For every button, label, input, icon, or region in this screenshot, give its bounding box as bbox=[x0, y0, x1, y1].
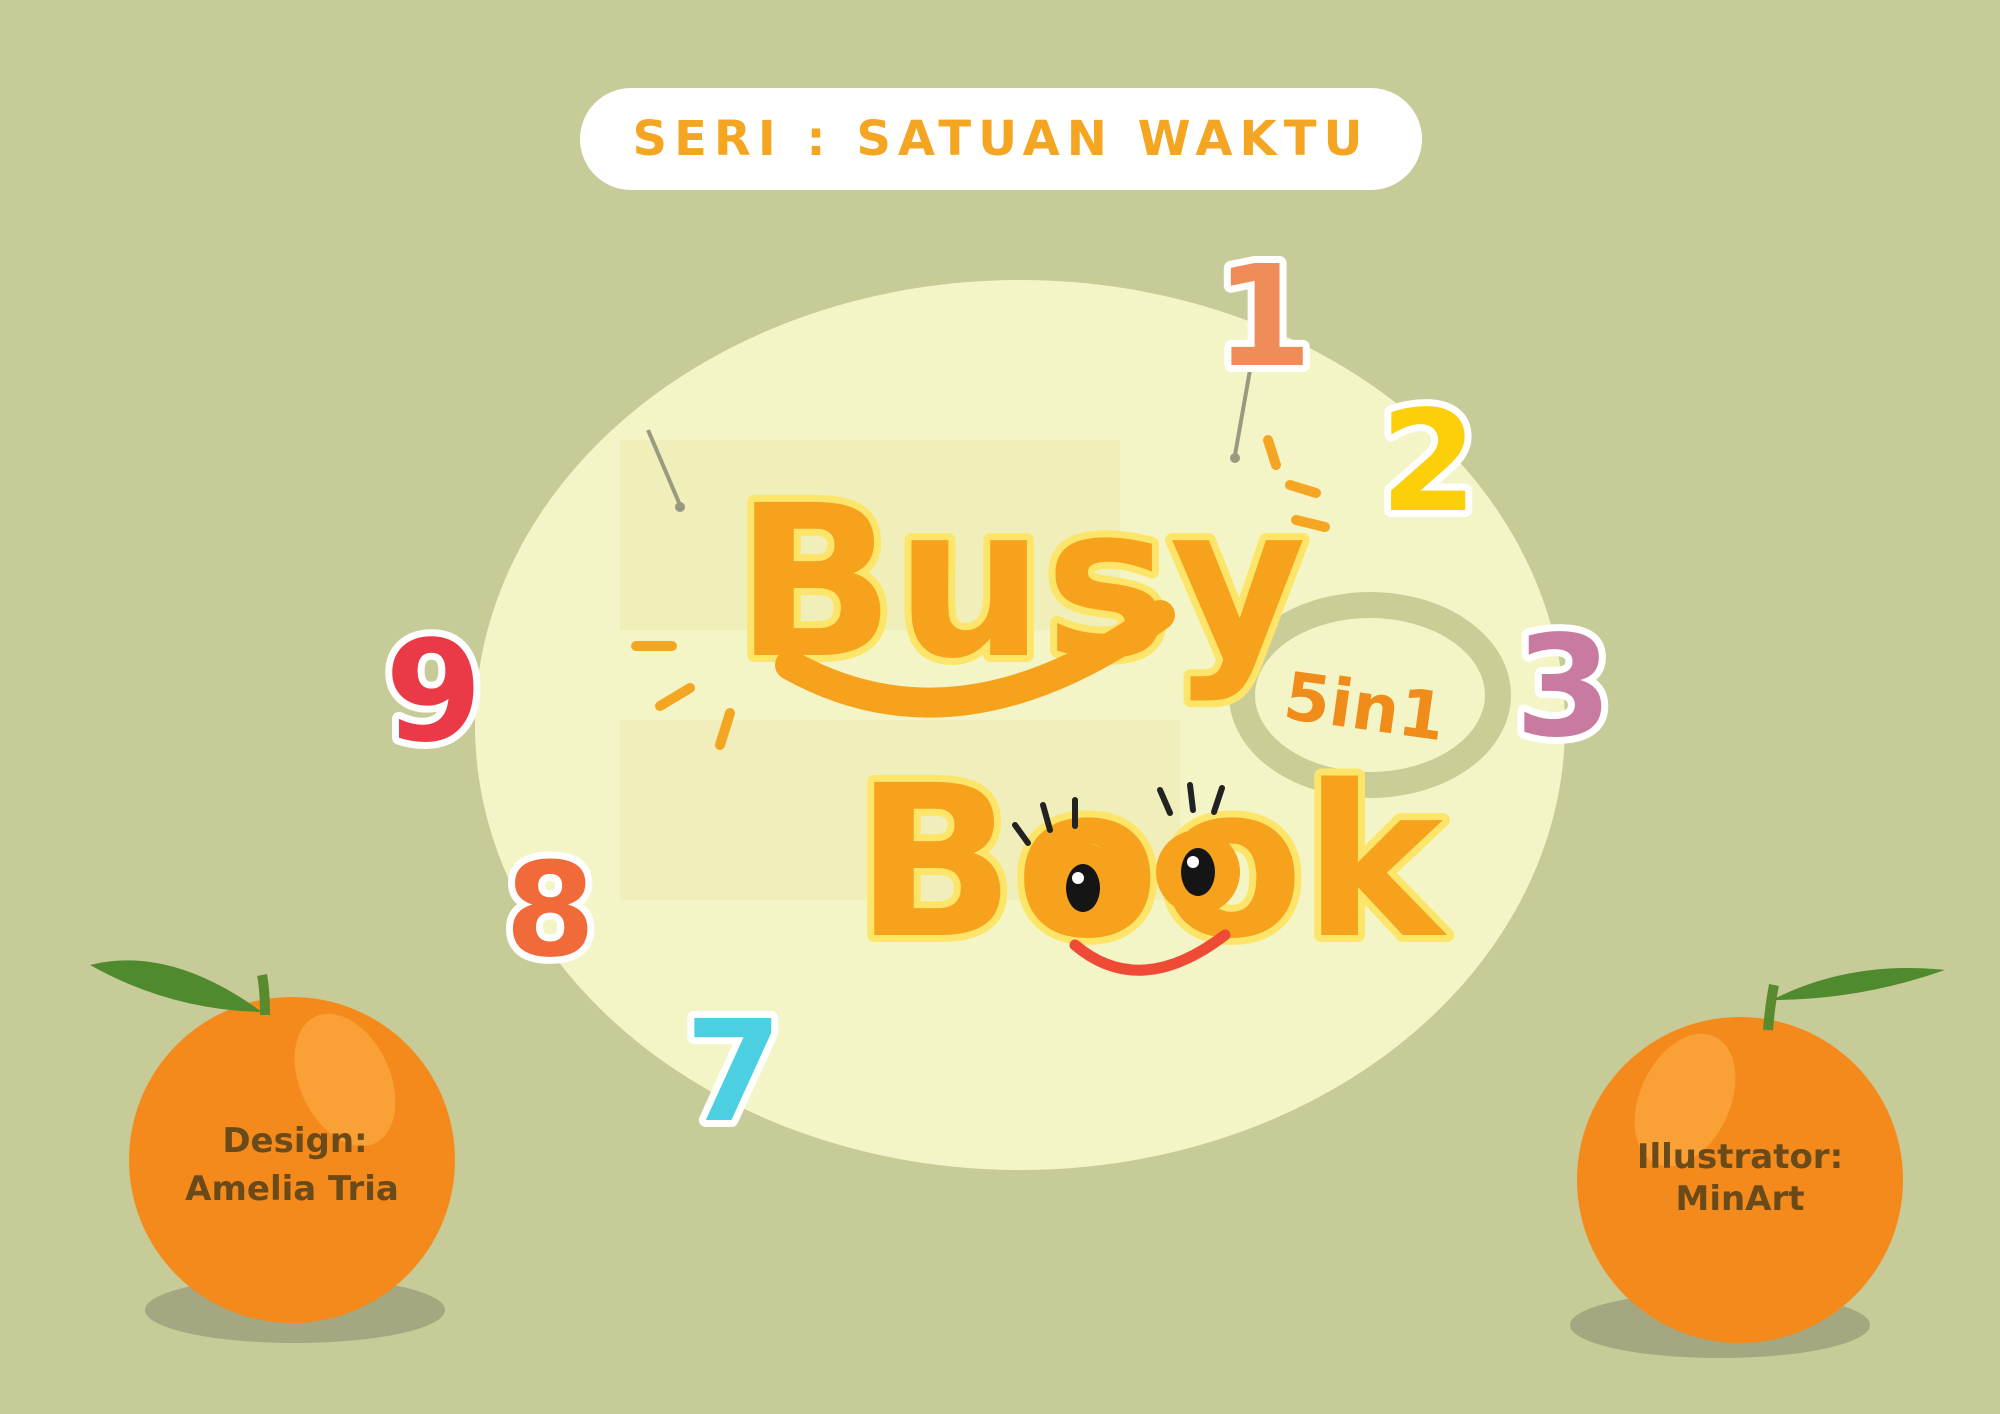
illustrator-label: Illustrator: bbox=[1637, 1137, 1843, 1177]
clock-number-8: 8 bbox=[505, 834, 595, 986]
illustrator-name: MinArt bbox=[1675, 1179, 1804, 1219]
design-label: Design: bbox=[222, 1121, 367, 1161]
title-line2: Book bbox=[855, 740, 1448, 985]
clock-number-9: 9 bbox=[385, 611, 482, 774]
cover-illustration: Busy Book 5in1 1 2 3 7 8 9 Design: Ameli… bbox=[90, 229, 1945, 1358]
clock-number-3: 3 bbox=[1515, 606, 1612, 769]
design-name: Amelia Tria bbox=[185, 1169, 399, 1209]
clock-number-7: 7 bbox=[685, 991, 782, 1154]
clock-number-1: 1 bbox=[1215, 236, 1312, 399]
clock-number-2: 2 bbox=[1380, 381, 1477, 544]
